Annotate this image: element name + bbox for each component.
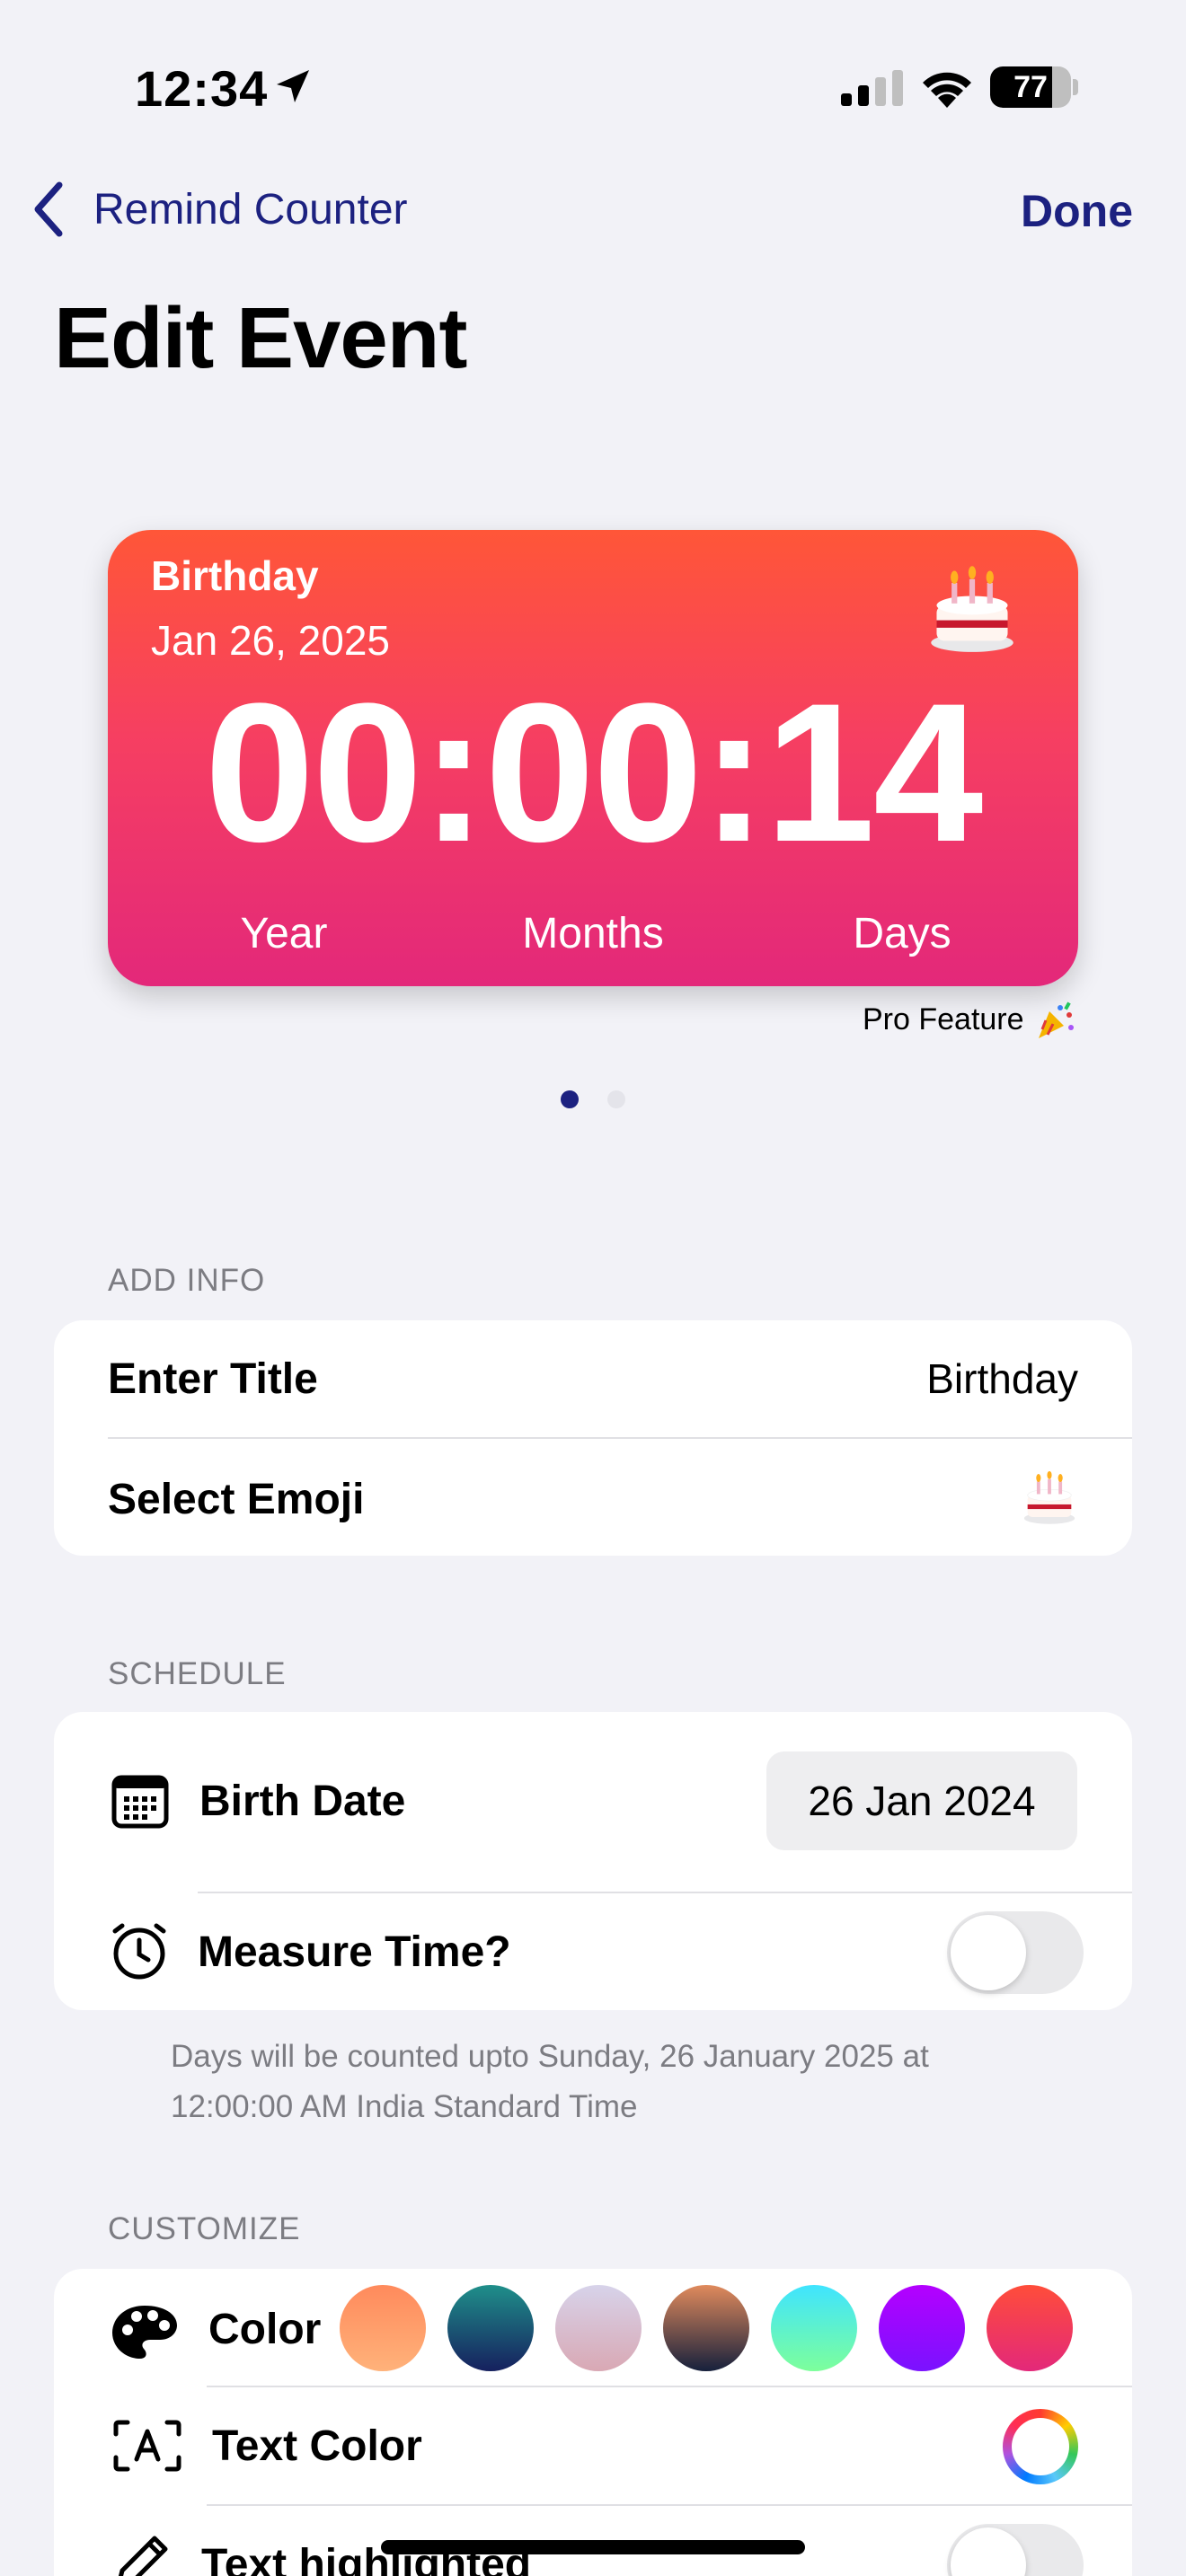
schedule-footnote: Days will be counted upto Sunday, 26 Jan… — [171, 2032, 1096, 2132]
widget-date: Jan 26, 2025 — [151, 617, 391, 664]
location-arrow-icon — [277, 70, 309, 102]
calendar-icon — [111, 1775, 169, 1829]
widget-label-months: Months — [522, 910, 664, 957]
home-indicator — [381, 2540, 805, 2554]
color-swatch-6[interactable] — [879, 2285, 965, 2371]
color-swatch-1[interactable] — [340, 2285, 426, 2371]
add-info-card: Enter Title Birthday Select Emoji — [54, 1320, 1132, 1556]
done-button[interactable]: Done — [1021, 185, 1133, 237]
palette-icon — [112, 2306, 177, 2359]
chevron-left-icon[interactable] — [31, 180, 66, 239]
schedule-card: Birth Date 26 Jan 2024 Measure Time? — [54, 1712, 1132, 2010]
page-dot-active[interactable] — [561, 1090, 579, 1108]
color-swatch-5[interactable] — [771, 2285, 857, 2371]
enter-title-label[interactable]: Enter Title — [108, 1354, 318, 1404]
back-button[interactable]: Remind Counter — [93, 185, 408, 234]
section-header-customize: CUSTOMIZE — [108, 2211, 301, 2246]
text-color-label: Text Color — [212, 2422, 422, 2470]
cake-emoji-icon — [931, 566, 1013, 652]
birth-date-picker[interactable]: 26 Jan 2024 — [766, 1751, 1077, 1850]
measure-time-label: Measure Time? — [198, 1928, 511, 1976]
birth-date-label: Birth Date — [199, 1778, 406, 1825]
customize-card: Color Text Color Text highlighted — [54, 2269, 1132, 2576]
text-color-picker[interactable] — [1003, 2409, 1078, 2484]
color-label: Color — [208, 2306, 322, 2353]
status-time: 12:34 — [135, 60, 269, 117]
section-header-add-info: ADD INFO — [108, 1263, 266, 1298]
page-dot[interactable] — [607, 1090, 625, 1108]
select-emoji-label[interactable]: Select Emoji — [108, 1475, 364, 1524]
widget-counter: 00:00:14 — [204, 662, 984, 883]
battery-percent: 77 — [1013, 70, 1048, 104]
footnote-line-1: Days will be counted upto Sunday, 26 Jan… — [171, 2039, 929, 2074]
measure-time-toggle[interactable] — [947, 1911, 1084, 1994]
footnote-line-2: 12:00:00 AM India Standard Time — [171, 2089, 638, 2124]
widget-label-year: Year — [240, 910, 328, 957]
cellular-signal-icon — [841, 70, 903, 106]
party-popper-icon — [1039, 1001, 1074, 1038]
event-widget-preview[interactable]: Birthday Jan 26, 2025 00:00:14 Year Mont… — [108, 530, 1078, 986]
clock-icon — [112, 1923, 166, 1980]
color-swatch-2[interactable] — [447, 2285, 534, 2371]
widget-label-days: Days — [853, 910, 951, 957]
color-swatch-4[interactable] — [663, 2285, 749, 2371]
pro-feature-label: Pro Feature — [863, 1002, 1024, 1037]
section-header-schedule: SCHEDULE — [108, 1656, 287, 1691]
page-title: Edit Event — [54, 290, 467, 386]
text-format-icon — [113, 2420, 181, 2472]
title-value[interactable]: Birthday — [926, 1354, 1078, 1403]
text-highlighted-toggle[interactable] — [947, 2524, 1084, 2576]
color-swatch-3[interactable] — [555, 2285, 642, 2371]
wifi-icon — [923, 72, 971, 108]
battery-indicator: 77 — [990, 66, 1078, 108]
pencil-icon — [118, 2536, 168, 2576]
cake-emoji-icon[interactable] — [1021, 1468, 1078, 1525]
widget-title: Birthday — [151, 552, 319, 599]
color-swatch-7[interactable] — [987, 2285, 1073, 2371]
